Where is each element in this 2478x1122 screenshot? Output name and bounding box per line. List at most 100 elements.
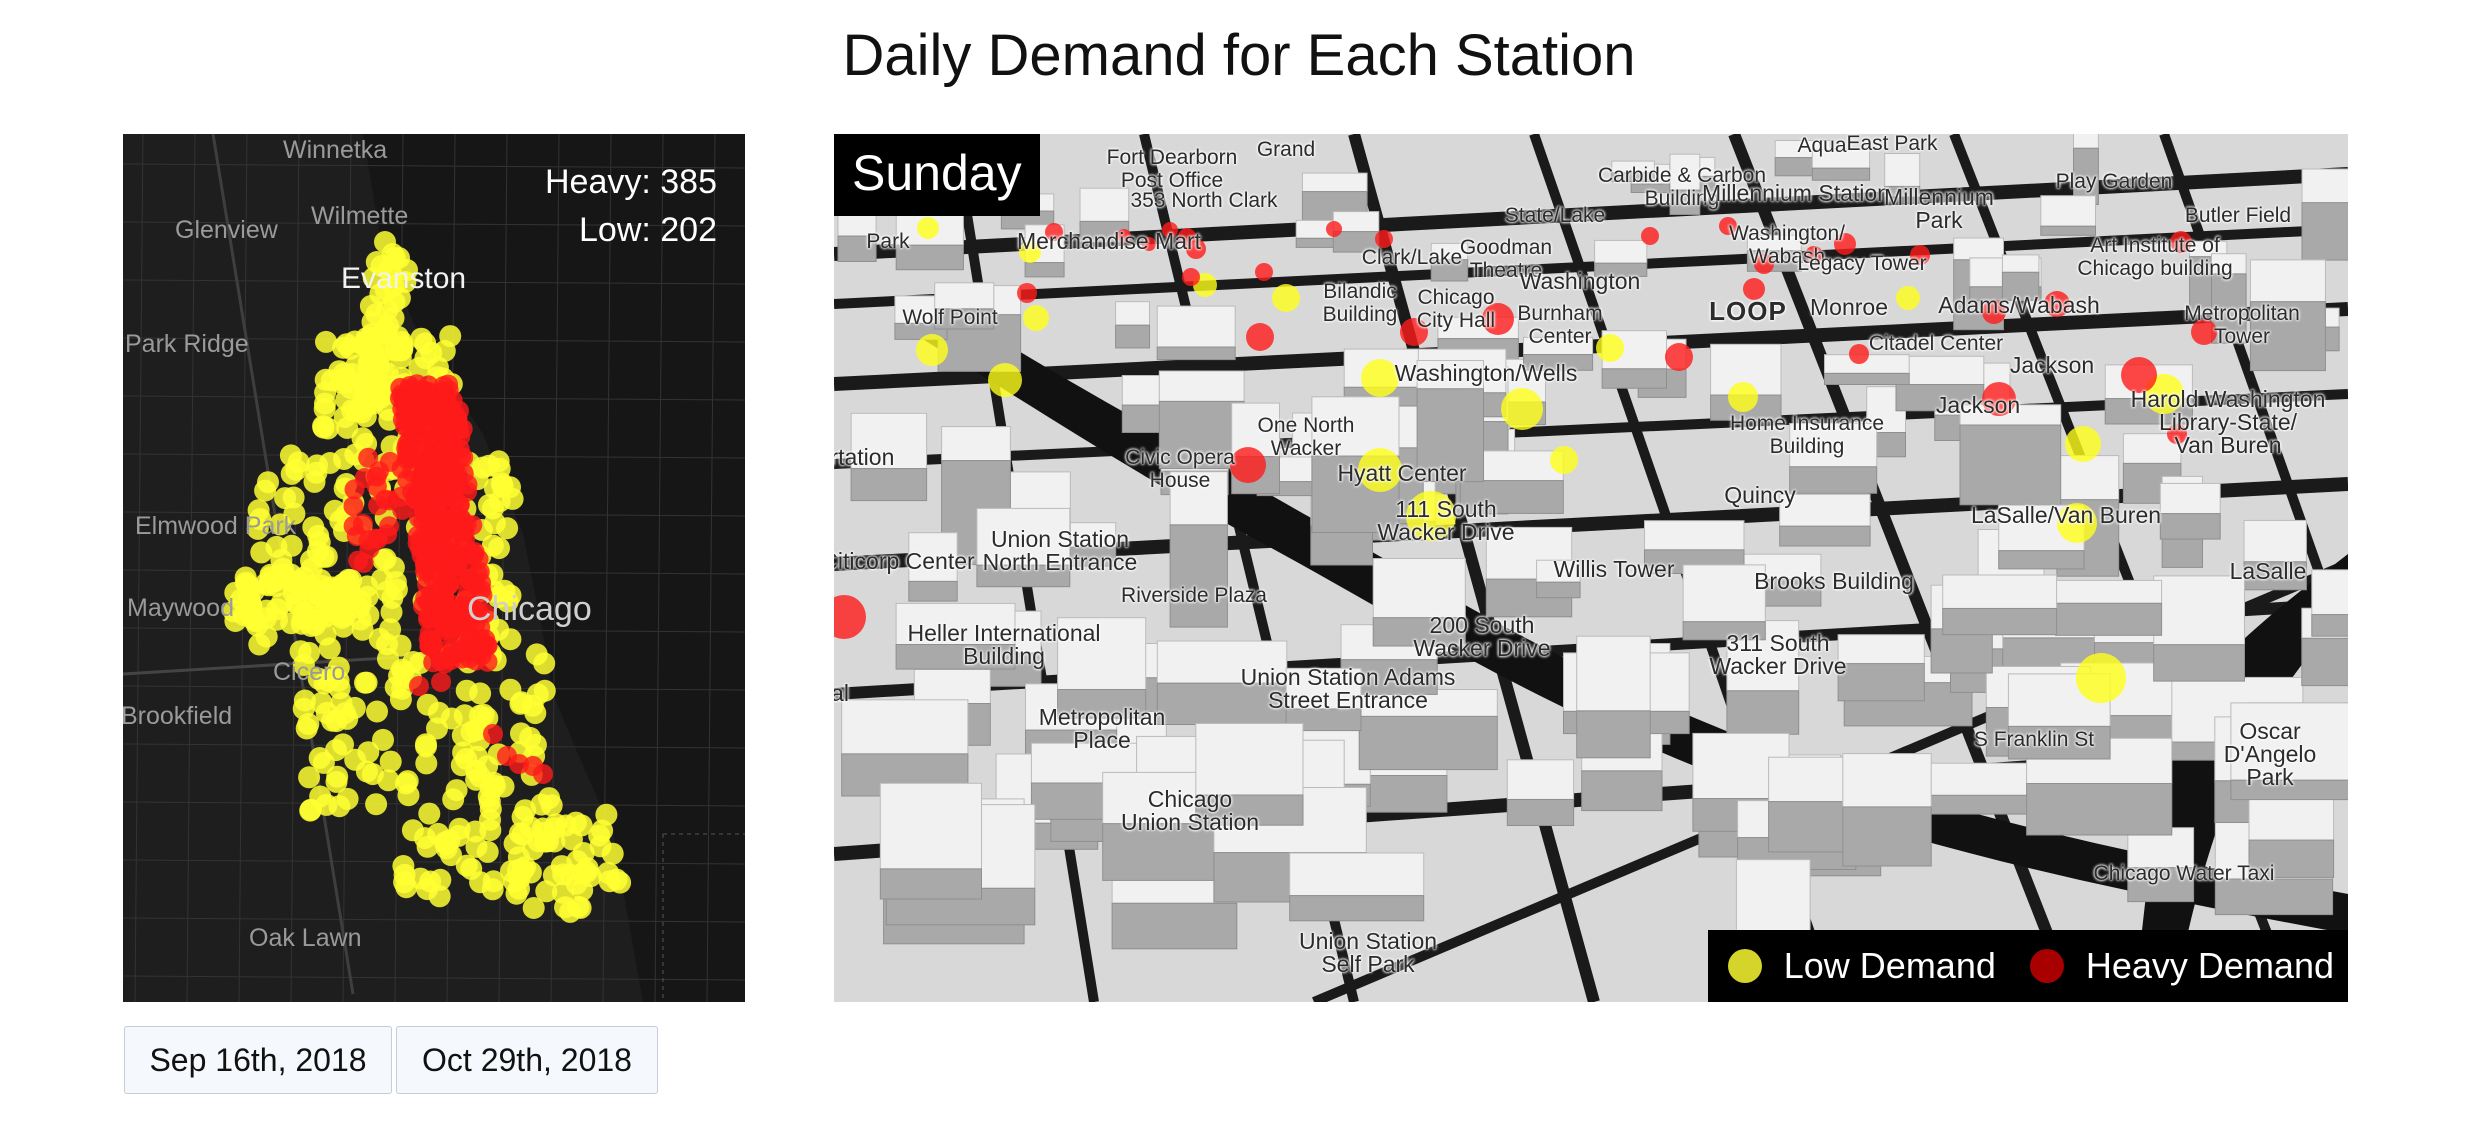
building-roof [2301,168,2348,204]
low-demand-station [503,870,526,893]
map-label-lasalle: LaSalle [2229,558,2307,584]
heavy-demand-station [457,638,478,659]
heavy-demand-station [1246,323,1274,351]
building-roof [934,282,995,310]
low-demand-station [571,879,594,902]
low-demand-station [312,416,335,439]
heavy-demand-station [418,449,439,470]
building-wall [1842,806,1932,867]
building-wall [1362,775,1448,813]
building-roof [2056,455,2120,501]
low-demand-station [254,479,277,502]
low-demand-station [297,713,320,735]
low-demand-station [526,683,549,706]
map-label-metropolitan-tower: Metropolitan Tower [2184,302,2300,348]
map-label-butler: Butler Field [2184,204,2292,227]
building-roof [1289,852,1425,897]
heavy-demand-station [431,672,451,692]
building-wall [2026,783,2173,836]
low-demand-station [310,691,333,714]
map-label-east-park: East Park [1846,134,1938,155]
building-roof [1301,172,1368,193]
map-label-south-311: 311 South Wacker Drive [1709,630,1847,679]
building-roof [2073,134,2099,149]
building-wall [1295,237,1340,248]
low-demand-station [308,531,331,554]
map-label-water-taxi: Chicago Water Taxi [2093,862,2275,885]
building-wall [1768,801,1847,853]
low-demand-station [299,798,322,821]
heavy-demand-station [1641,227,1659,245]
building-wall [879,868,982,900]
heavy-demand-station [453,534,474,555]
heavy-demand-station [422,633,443,654]
building-wall [1837,663,1925,702]
low-demand-station [340,588,363,611]
heavy-demand-station [1182,268,1200,286]
low-demand-station [387,325,410,348]
map-label-loop: LOOP [1709,296,1787,326]
low-demand-station [2065,426,2101,462]
place-label-chicago: Chicago [467,590,592,628]
building-wall [2055,602,2163,636]
building-roof [1644,520,1745,551]
building-roof [913,668,991,705]
place-label-park-ridge: Park Ridge [125,330,249,358]
low-demand-station [306,454,328,477]
overview-map[interactable]: Winnetka Wilmette Glenview Evanston Park… [123,134,745,1002]
low-demand-station [361,763,384,786]
low-demand-station [988,363,1022,397]
heavy-demand-station [368,529,388,549]
low-demand-station [395,876,418,899]
heavy-demand-station [391,486,412,507]
heavy-demand-station [428,482,449,503]
legend-item-low: Low Demand [1727,945,1996,987]
low-demand-station [355,671,378,694]
building-roof [1735,859,1811,933]
map-label-n353: 353 North Clark [1130,189,1278,212]
building-roof [1842,753,1932,808]
low-demand-station [300,575,322,598]
building-roof [1158,370,1245,402]
place-label-glenview: Glenview [175,216,278,244]
low-demand-station [466,745,488,768]
low-demand-station [306,608,329,631]
low-demand-station [298,766,321,789]
building-wall [1156,346,1236,361]
detail-map[interactable]: Fort Dearborn Post Office Grand Aqua East P… [834,134,2348,1002]
low-demand-station [419,870,442,893]
building-roof [1576,635,1651,712]
heavy-demand-station [533,764,553,784]
low-demand-station [499,476,521,499]
building-wall [1811,167,1871,181]
building-wall [1824,372,1910,385]
building-wall [1601,368,1667,389]
building-roof [1156,305,1236,348]
map-label-south-200: 200 South Wacker Drive [1413,612,1551,661]
map-label-al: al [834,680,849,706]
map-label-heller: Heller International Building [907,620,1101,669]
map-label-union-north: Union Station North Entrance [982,526,1138,575]
start-date-button[interactable]: Sep 16th, 2018 [124,1026,392,1094]
low-demand-station [333,448,355,470]
low-demand-station [340,362,363,385]
low-demand-station [525,643,548,666]
map-label-citicorp: Citicorp Center [834,548,975,574]
map-label-home-insurance: Home Insurance Building [1729,412,1885,458]
low-demand-station [555,814,577,837]
legend-item-heavy: Heavy Demand [2029,945,2334,987]
building-roof [941,426,1011,462]
low-demand-station [236,573,259,596]
low-demand-station [483,774,506,797]
building-wall [1358,715,1498,771]
map-label-jackson-1: Jackson [2009,352,2095,378]
map-label-hyatt: Hyatt Center [1337,460,1467,486]
demand-counts: Heavy: 385 Low: 202 [545,158,717,254]
heavy-demand-swatch [2029,949,2064,983]
building-roof [1953,237,2004,261]
end-date-button[interactable]: Oct 29th, 2018 [396,1026,658,1094]
map-label-state-lake: State/Lake [1504,204,1606,227]
heavy-count: Heavy: 385 [545,163,717,201]
low-demand-station [589,835,612,858]
building-wall [1111,902,1238,950]
